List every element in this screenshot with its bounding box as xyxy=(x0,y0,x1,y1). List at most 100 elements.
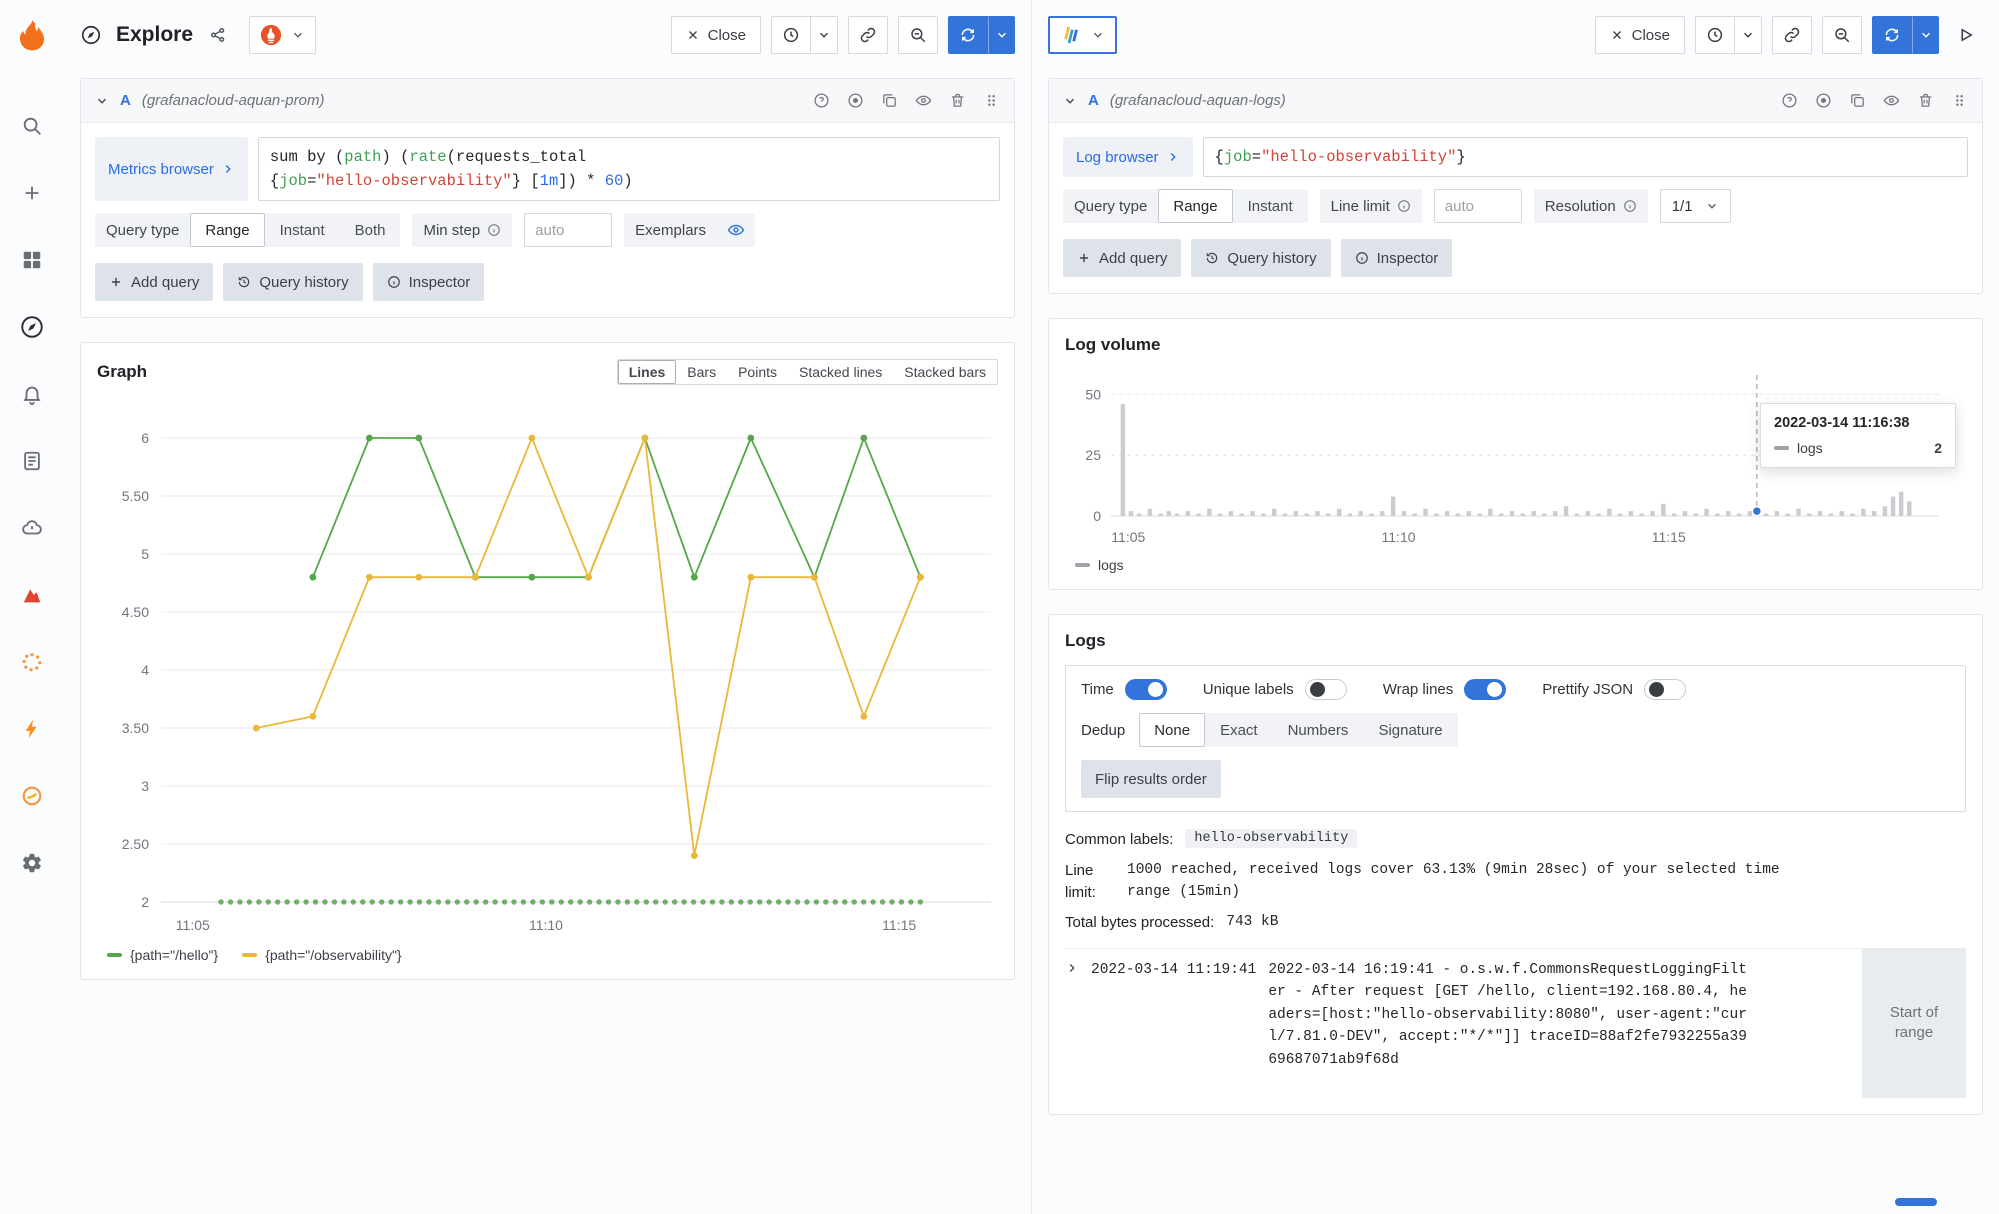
help-icon[interactable] xyxy=(813,92,830,109)
create-icon[interactable] xyxy=(10,171,54,215)
toggle-visibility-icon[interactable] xyxy=(915,92,932,109)
help-icon[interactable] xyxy=(1781,92,1798,109)
metrics-browser-button[interactable]: Metrics browser xyxy=(95,137,248,201)
prettify-json-switch[interactable] xyxy=(1644,679,1686,700)
wrap-lines-switch[interactable] xyxy=(1464,679,1506,700)
log-row[interactable]: 2022-03-14 11:19:41 2022-03-14 16:19:41 … xyxy=(1065,948,1862,1071)
chevron-down-icon xyxy=(291,28,305,42)
delete-query-icon[interactable] xyxy=(1917,92,1934,109)
time-series-chart[interactable]: 22.5033.5044.5055.50611:0511:1011:15 xyxy=(97,393,1007,938)
total-bytes-label: Total bytes processed: xyxy=(1065,912,1214,934)
exemplars-toggle-eye-icon[interactable] xyxy=(717,213,755,247)
view-mode-stacked-bars[interactable]: Stacked bars xyxy=(893,360,997,384)
query-type-both[interactable]: Both xyxy=(340,213,401,247)
copy-query-icon[interactable] xyxy=(1849,92,1866,109)
time-picker-button-left[interactable] xyxy=(771,16,811,54)
view-mode-lines[interactable]: Lines xyxy=(618,360,677,384)
collapse-query-icon[interactable] xyxy=(1063,94,1077,108)
view-mode-points[interactable]: Points xyxy=(727,360,788,384)
run-query-chevron-left[interactable] xyxy=(988,16,1015,54)
min-step-input[interactable] xyxy=(524,213,612,247)
run-query-button-right[interactable] xyxy=(1872,16,1912,54)
dedup-control: Dedup None Exact Numbers Signature xyxy=(1081,713,1950,747)
zoom-out-button-right[interactable] xyxy=(1822,16,1862,54)
live-tail-button[interactable] xyxy=(1949,16,1983,54)
search-icon[interactable] xyxy=(10,104,54,148)
drag-handle-icon[interactable] xyxy=(983,92,1000,109)
line-limit-field: Line limit xyxy=(1320,189,1422,223)
loki-icon xyxy=(1060,24,1082,46)
query-type-instant[interactable]: Instant xyxy=(265,213,340,247)
explore-nav-icon[interactable] xyxy=(10,305,54,349)
run-query-button-left[interactable] xyxy=(948,16,988,54)
share-icon[interactable] xyxy=(209,26,227,44)
synthetic-monitoring-icon[interactable] xyxy=(10,640,54,684)
flip-results-order-button[interactable]: Flip results order xyxy=(1081,760,1221,798)
dedup-none[interactable]: None xyxy=(1139,713,1205,747)
datasource-picker-right[interactable] xyxy=(1048,16,1117,54)
promql-query-input[interactable]: sum by (path) (rate(requests_total{job="… xyxy=(258,137,1000,201)
time-picker-chevron-right[interactable] xyxy=(1735,16,1762,54)
copy-link-button-right[interactable] xyxy=(1772,16,1812,54)
datasource-picker-left[interactable] xyxy=(249,16,316,54)
legend-item-observability[interactable]: {path="/observability"} xyxy=(242,947,401,963)
log-expand-icon[interactable] xyxy=(1065,961,1079,980)
svg-text:5: 5 xyxy=(141,546,149,562)
add-query-button-right[interactable]: Add query xyxy=(1063,239,1181,277)
graph-panel: Graph Lines Bars Points Stacked lines St… xyxy=(80,342,1015,980)
view-mode-bars[interactable]: Bars xyxy=(676,360,727,384)
chevron-right-icon xyxy=(221,162,235,176)
dedup-numbers[interactable]: Numbers xyxy=(1273,713,1364,747)
log-browser-button[interactable]: Log browser xyxy=(1063,137,1193,177)
legend-item-hello[interactable]: {path="/hello"} xyxy=(107,947,218,963)
time-picker-button-right[interactable] xyxy=(1695,16,1735,54)
graph-title: Graph xyxy=(97,362,147,382)
scrollbar-thumb[interactable] xyxy=(1895,1198,1937,1206)
logs-meta: Common labels: hello-observability Line … xyxy=(1065,829,1966,934)
record-query-icon[interactable] xyxy=(1815,92,1832,109)
view-mode-stacked-lines[interactable]: Stacked lines xyxy=(788,360,893,384)
query-type-range[interactable]: Range xyxy=(190,213,264,247)
dedup-exact[interactable]: Exact xyxy=(1205,713,1273,747)
time-switch[interactable] xyxy=(1125,679,1167,700)
settings-gear-icon[interactable] xyxy=(10,841,54,885)
graph-legend: {path="/hello"} {path="/observability"} xyxy=(97,947,998,963)
run-query-chevron-right[interactable] xyxy=(1912,16,1939,54)
grafana-logo[interactable] xyxy=(10,14,54,58)
query-type-instant[interactable]: Instant xyxy=(1233,189,1308,223)
documents-icon[interactable] xyxy=(10,439,54,483)
time-picker-chevron-left[interactable] xyxy=(811,16,838,54)
zoom-out-button-left[interactable] xyxy=(898,16,938,54)
drag-handle-icon[interactable] xyxy=(1951,92,1968,109)
ml-app-icon[interactable] xyxy=(10,774,54,818)
toolbar-actions-left: Close xyxy=(671,16,1015,54)
log-rows-area: 2022-03-14 11:19:41 2022-03-14 16:19:41 … xyxy=(1065,948,1966,1098)
delete-query-icon[interactable] xyxy=(949,92,966,109)
cloud-alerts-icon[interactable] xyxy=(10,506,54,550)
dedup-signature[interactable]: Signature xyxy=(1363,713,1457,747)
query-buttons-right: Add query Query history Inspector xyxy=(1063,239,1968,277)
query-history-button-left[interactable]: Query history xyxy=(223,263,362,301)
toolbar-left: Explore Close xyxy=(80,0,1015,70)
legend-item-logs[interactable]: logs xyxy=(1075,557,1124,573)
inspector-button-right[interactable]: Inspector xyxy=(1341,239,1453,277)
logql-query-input[interactable]: {job="hello-observability"} xyxy=(1203,137,1968,177)
record-query-icon[interactable] xyxy=(847,92,864,109)
collapse-query-icon[interactable] xyxy=(95,94,109,108)
close-split-button-right[interactable]: Close xyxy=(1595,16,1685,54)
unique-labels-switch[interactable] xyxy=(1305,679,1347,700)
query-history-button-right[interactable]: Query history xyxy=(1191,239,1330,277)
resolution-select[interactable]: 1/1 xyxy=(1660,189,1731,223)
copy-link-button-left[interactable] xyxy=(848,16,888,54)
line-limit-input[interactable] xyxy=(1434,189,1522,223)
dashboards-icon[interactable] xyxy=(10,238,54,282)
lightning-app-icon[interactable] xyxy=(10,707,54,751)
inspector-button-left[interactable]: Inspector xyxy=(373,263,485,301)
copy-query-icon[interactable] xyxy=(881,92,898,109)
toggle-visibility-icon[interactable] xyxy=(1883,92,1900,109)
close-split-button-left[interactable]: Close xyxy=(671,16,761,54)
query-type-range[interactable]: Range xyxy=(1158,189,1232,223)
app-plugin-red-icon[interactable] xyxy=(10,573,54,617)
alerting-icon[interactable] xyxy=(10,372,54,416)
add-query-button-left[interactable]: Add query xyxy=(95,263,213,301)
